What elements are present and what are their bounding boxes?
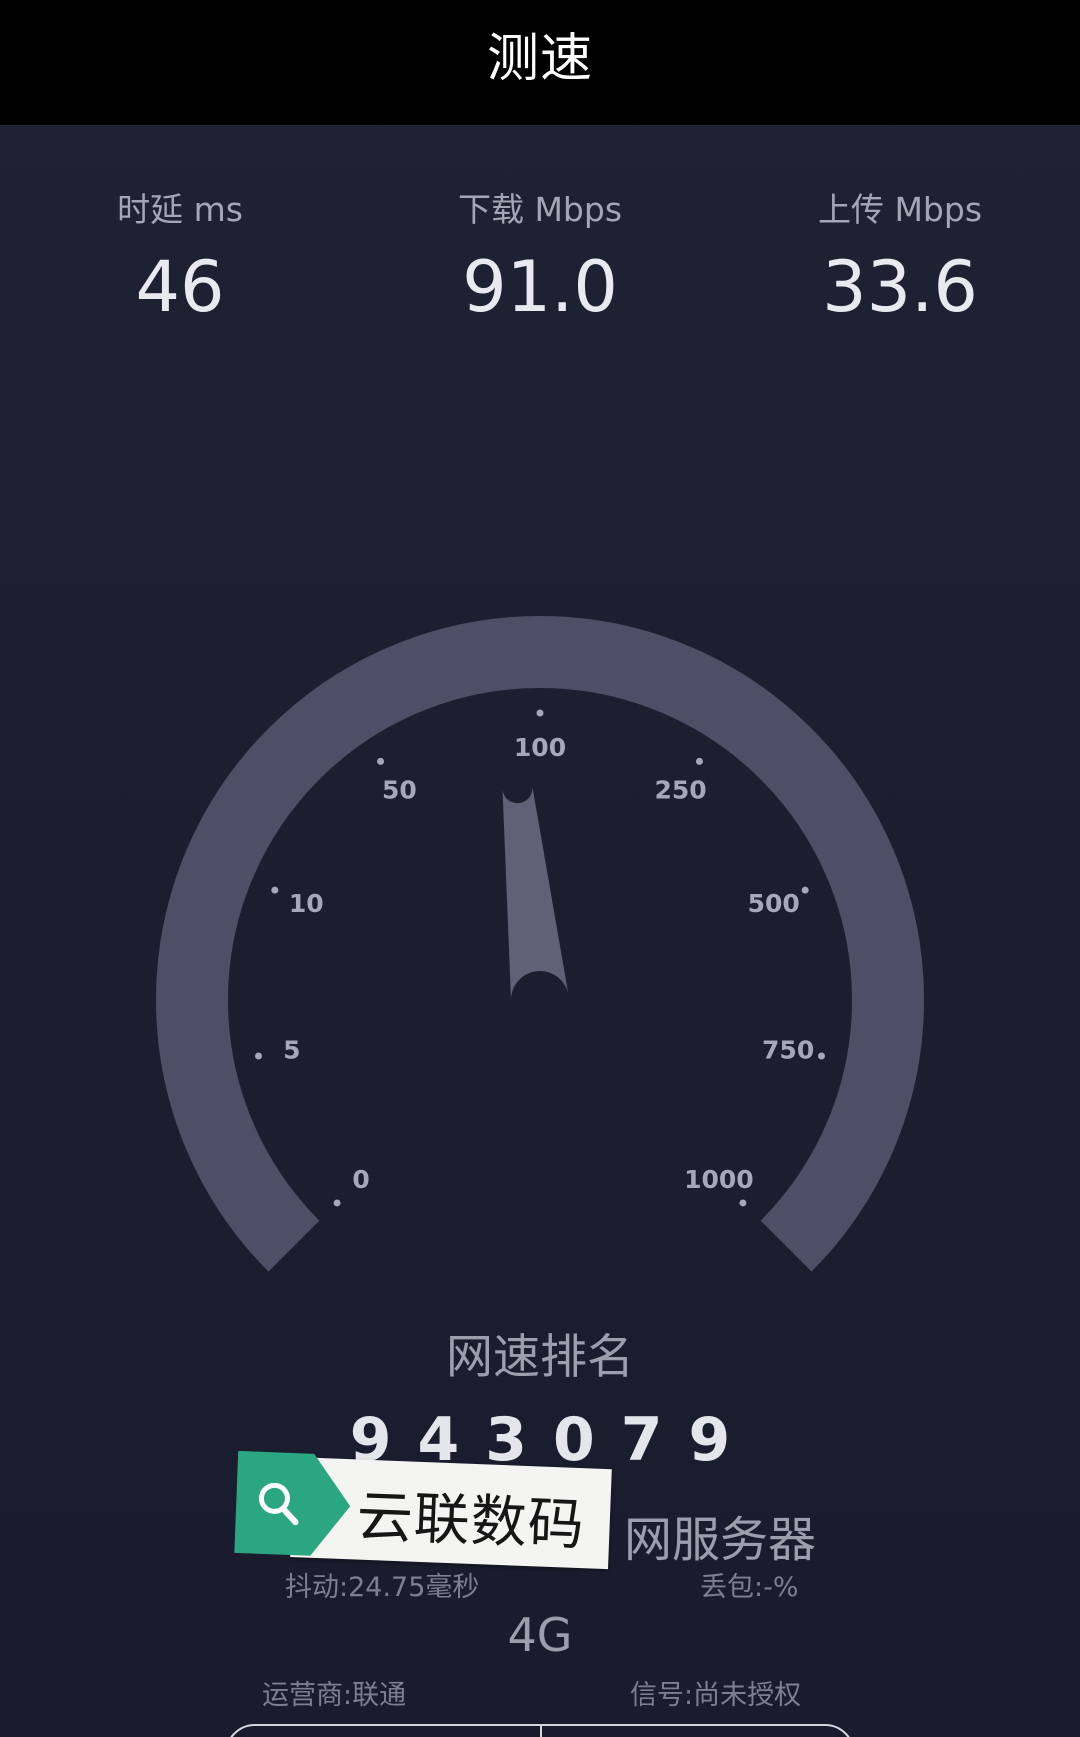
gauge-tick-dot (271, 886, 279, 894)
gauge-tick-label: 1000 (684, 1165, 754, 1194)
watermark-tag (234, 1450, 351, 1556)
gauge-tick-label: 100 (514, 733, 566, 762)
gauge-needle (502, 786, 569, 1004)
packet-loss-text: 丢包:-% (700, 1572, 799, 1603)
watermark-sticker: 云联数码 (230, 1445, 614, 1581)
watermark-tag-shape (234, 1450, 351, 1556)
gauge-tick-dot (255, 1052, 263, 1060)
signal-text: 信号:尚未授权 (630, 1680, 802, 1711)
gauge-tick-dot (817, 1052, 825, 1060)
gauge-tick-dot (695, 757, 703, 765)
gauge-tick-label: 500 (748, 889, 800, 918)
gauge-tick-label: 10 (289, 889, 324, 918)
gauge-tick-dot (801, 886, 809, 894)
gauge-tick-dot (377, 757, 385, 765)
gauge-tick-label: 5 (283, 1035, 300, 1064)
gauge-tick-dot (536, 709, 544, 717)
bottom-action-buttons[interactable] (225, 1724, 855, 1737)
watermark-text: 云联数码 (355, 1484, 586, 1559)
speed-test-screen: 测速 时延 ms 46 下载 Mbps 91.0 上传 Mbps 33.6 05… (0, 0, 1080, 1737)
carrier-text: 运营商:联通 (262, 1680, 407, 1711)
gauge-tick-dot (739, 1199, 747, 1207)
gauge-tick-label: 0 (352, 1165, 369, 1194)
gauge-tick-label: 250 (654, 776, 706, 805)
gauge-tick-label: 750 (762, 1035, 814, 1064)
gauge-tick-dot (333, 1199, 341, 1207)
network-type: 4G (507, 1608, 573, 1662)
gauge-tick-label: 50 (382, 776, 417, 805)
button-divider (540, 1726, 542, 1737)
gauge-needle-shape (502, 786, 569, 1004)
rank-title: 网速排名 (446, 1330, 634, 1385)
